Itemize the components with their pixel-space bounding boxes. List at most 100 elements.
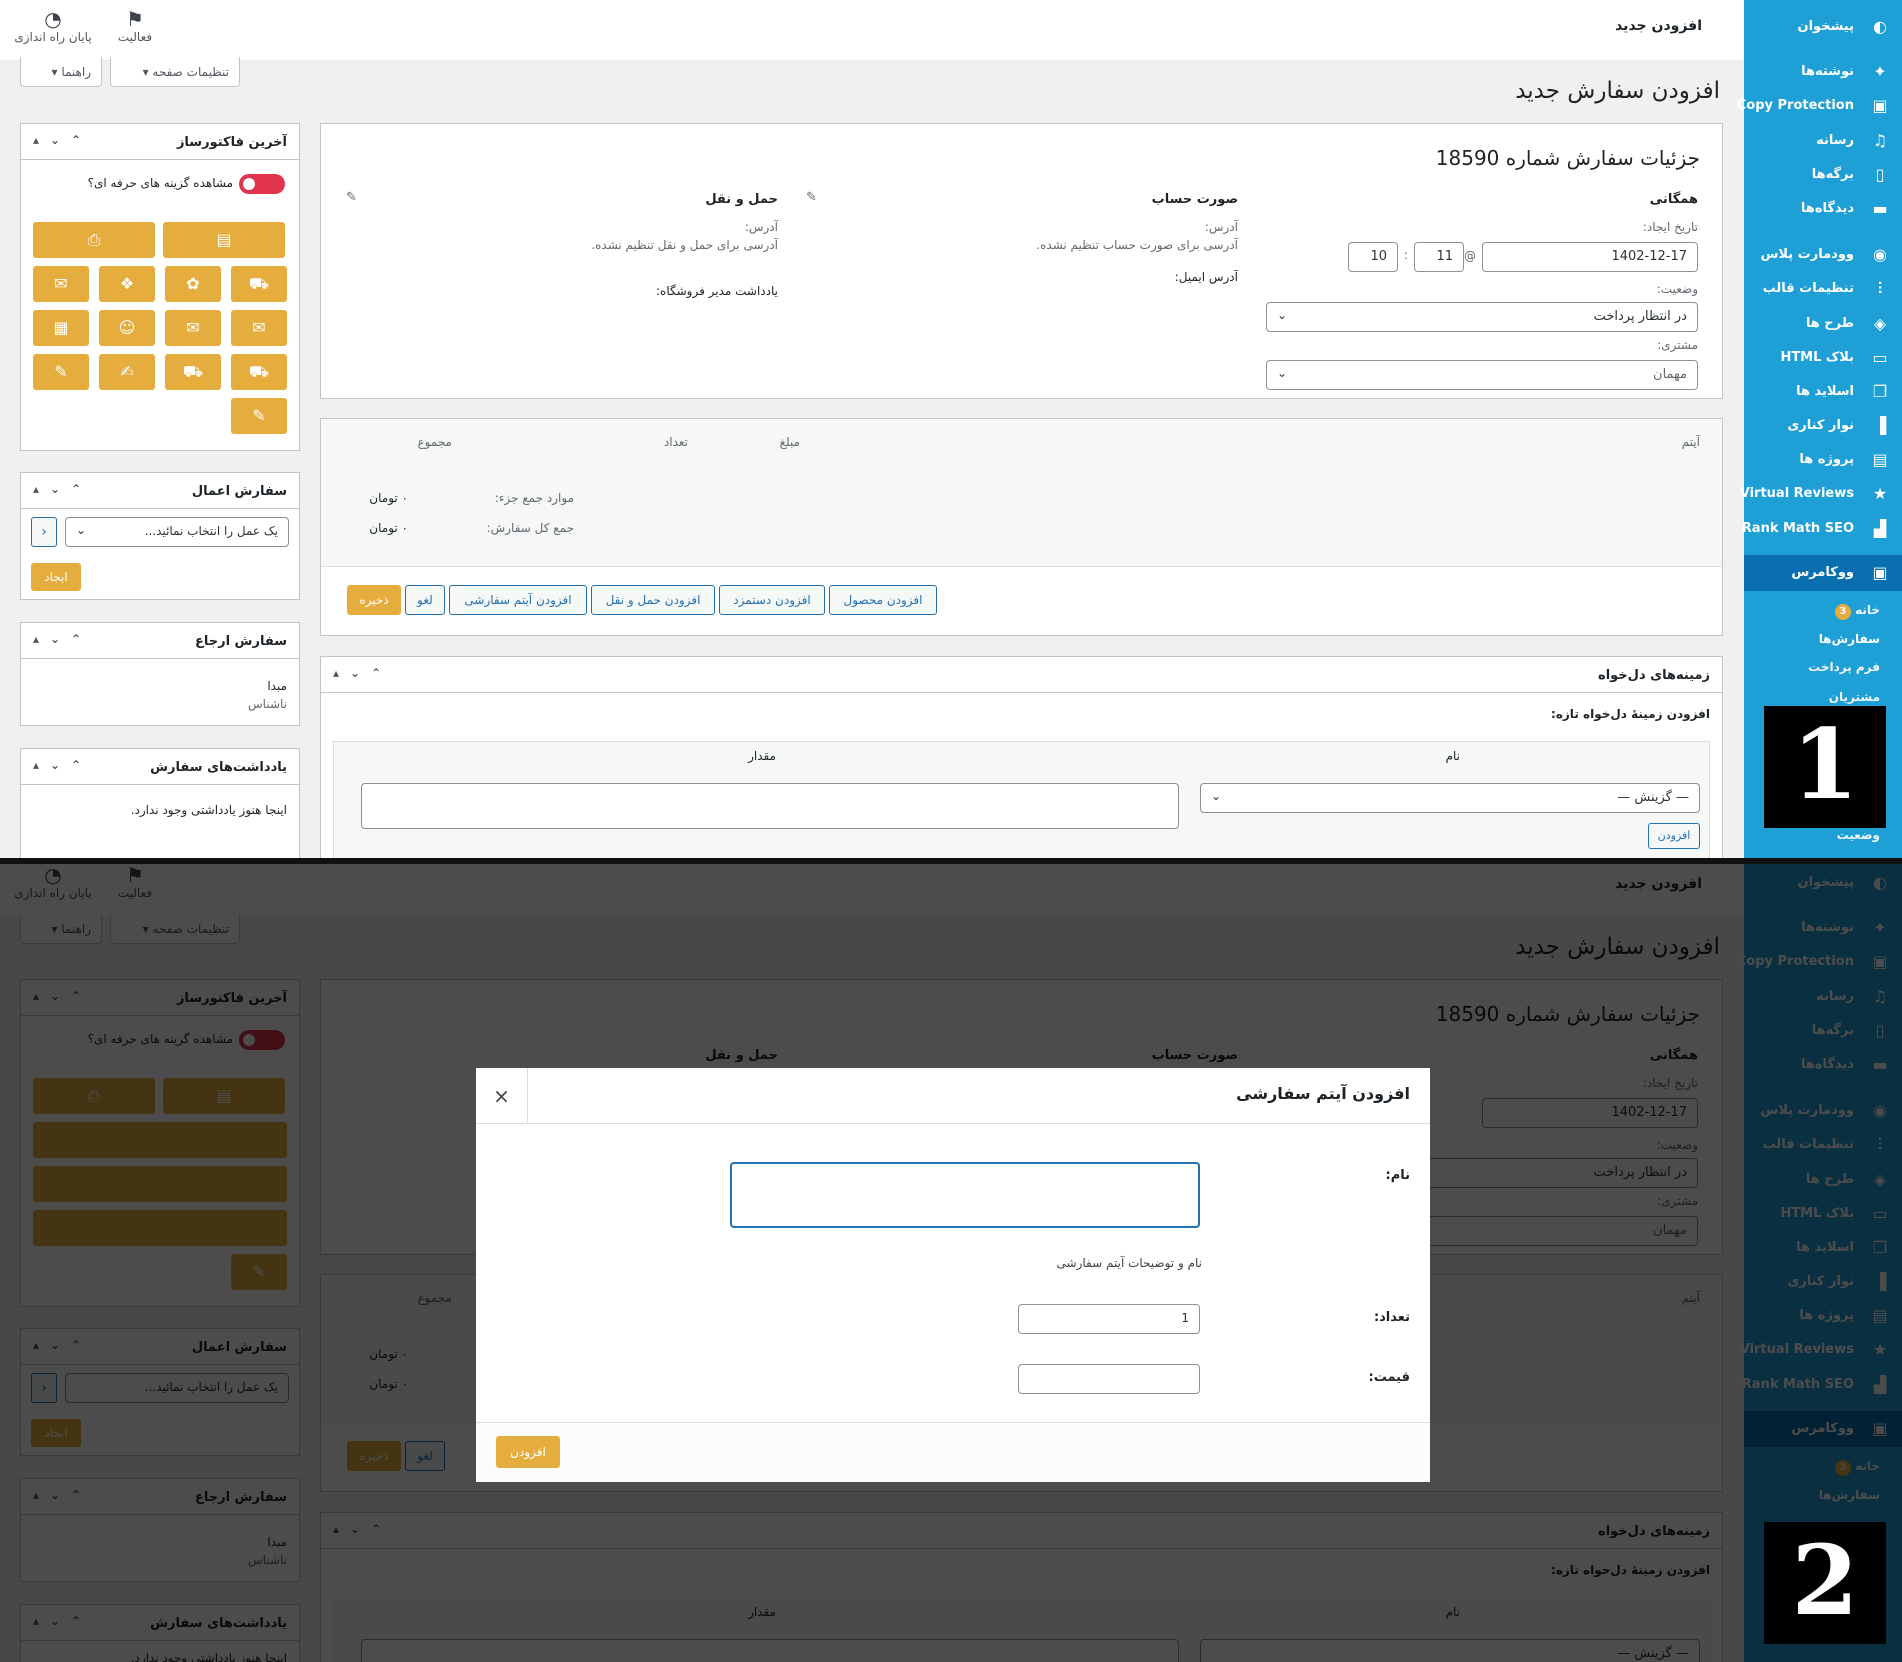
document-icon[interactable]: ▤ (163, 222, 285, 258)
signature-icon[interactable]: ✍ (99, 354, 155, 390)
edit-icon[interactable]: ✎ (231, 398, 287, 434)
sidebar-item-rank-math[interactable]: ▟ Rank Math SEO (1742, 515, 1902, 543)
edit-shipping-icon[interactable]: ✎ (346, 190, 357, 205)
custom-field-name-select[interactable]: — گزینش — ⌄ (1200, 783, 1700, 813)
name-help-text: نام و توضیحات آیتم سفارشی (1056, 1256, 1202, 1270)
sidebar-item-virtual-reviews[interactable]: ★ Virtual Reviews (1740, 480, 1902, 508)
edit-billing-icon[interactable]: ✎ (806, 190, 817, 205)
sidebar-item-comments[interactable]: ▬ دیدگاه‌ها (1744, 195, 1902, 223)
admin-topbar: ◔ پایان راه اندازی ⚑ فعالیت افزودن جدید (0, 0, 1744, 60)
box-controls-icon[interactable]: ▴⌄⌃ (33, 482, 92, 496)
shipping-note-label: یادداشت مدیر فروشگاه: (656, 284, 778, 298)
mail-settings-icon[interactable]: ✉ (231, 310, 287, 346)
add-custom-field-label: افزودن زمینهٔ دل‌خواه تازه: (1551, 707, 1710, 721)
submenu-checkout-form[interactable]: فرم پرداخت (1744, 660, 1902, 674)
submenu-status[interactable]: وضعیت (1744, 828, 1902, 842)
total-label: جمع کل سفارش: (486, 521, 574, 535)
chevron-down-icon: ⌄ (76, 523, 87, 537)
create-button[interactable]: ایجاد (31, 563, 81, 591)
col-name: نام (1445, 749, 1460, 763)
mail-add-icon[interactable]: ✉ (165, 310, 221, 346)
sidebar-item-label: برگه‌ها (1811, 167, 1854, 182)
order-action-select[interactable]: یک عمل را انتخاب نمائید... ⌄ (65, 517, 289, 547)
select-placeholder: — گزینش — (1617, 790, 1689, 805)
billing-address-label: آدرس: (1204, 220, 1238, 234)
setup-button[interactable]: ◔ پایان راه اندازی (12, 8, 94, 44)
apply-action-button[interactable]: ‹ (31, 517, 57, 547)
box-controls-icon[interactable]: ▴⌄⌃ (33, 632, 92, 646)
mail-download-icon[interactable]: ✉ (33, 266, 89, 302)
dashboard-icon: ◐ (1873, 17, 1887, 36)
chart-icon: ▟ (1873, 519, 1887, 538)
qty-input[interactable]: 1 (1018, 1304, 1200, 1334)
modal-add-button[interactable]: افزودن (496, 1436, 560, 1468)
page-settings-button[interactable]: تنظیمات صفحه ▾ (110, 57, 240, 87)
user-edit-icon[interactable]: ☺ (99, 310, 155, 346)
add-product-button[interactable]: افزودن محصول (829, 585, 937, 615)
box-controls-icon[interactable]: ▴⌄⌃ (33, 133, 92, 147)
save-button[interactable]: ذخیره (347, 585, 401, 615)
lock-icon: ▣ (1872, 96, 1888, 115)
activity-button[interactable]: ⚑ فعالیت (112, 8, 158, 44)
add-custom-field-button[interactable]: افزودن (1648, 823, 1700, 849)
pro-options-toggle[interactable] (239, 174, 285, 194)
box-controls-icon[interactable]: ▴⌄⌃ (33, 758, 92, 772)
box-controls-icon[interactable]: ▴⌄⌃ (333, 666, 392, 680)
submenu-home[interactable]: خانه 3 (1744, 603, 1902, 620)
add-fee-button[interactable]: افزودن دستمزد (719, 585, 825, 615)
sidebar-item-label: Virtual Reviews (1739, 486, 1854, 501)
sidebar-item-woodmart[interactable]: ◉ وودمارت پلاس (1744, 241, 1902, 269)
sidebar-item-label: اسلاید ها (1796, 384, 1854, 399)
pencil-icon[interactable]: ✎ (33, 354, 89, 390)
status-select[interactable]: در انتظار پرداخت ⌄ (1266, 302, 1698, 332)
delivery-doc-icon[interactable]: ⛟ (231, 266, 287, 302)
sidebar-item-pages[interactable]: ▯ برگه‌ها (1744, 161, 1902, 189)
sidebar-item-posts[interactable]: ✦ نوشته‌ها (1744, 58, 1902, 86)
minute-input[interactable]: 10 (1348, 242, 1398, 272)
at-sign: @ (1464, 249, 1476, 263)
layers-icon: ◈ (1873, 314, 1887, 333)
sidebar-item-theme-settings[interactable]: ⫶ تنظیمات قالب (1744, 275, 1902, 303)
gift-box-icon[interactable]: ❖ (99, 266, 155, 302)
sidebar-item-dashboard[interactable]: ◐ پیشخوان (1744, 13, 1902, 41)
price-input[interactable] (1018, 1364, 1200, 1394)
truck-icon[interactable]: ⛟ (165, 354, 221, 390)
cancel-button[interactable]: لغو (405, 585, 445, 615)
truck-search-icon[interactable]: ⛟ (231, 354, 287, 390)
help-button[interactable]: راهنما ▾ (20, 57, 102, 87)
page-heading: افزودن سفارش جدید (1515, 78, 1720, 104)
sidebar-item-media[interactable]: ♫ رسانه (1744, 127, 1902, 155)
add-shipping-button[interactable]: افزودن حمل و نقل (591, 585, 715, 615)
submenu-customers[interactable]: مشتریان (1744, 690, 1902, 704)
sidebar-item-slides[interactable]: ❐ اسلاید ها (1744, 378, 1902, 406)
submenu-label: مشتریان (1828, 690, 1880, 704)
submenu-orders[interactable]: سفارش‌ها (1744, 632, 1902, 646)
col-item: آیتم (1681, 435, 1700, 449)
order-source-heading: سفارش ارجاع (194, 634, 287, 649)
screenshot-panel-1: ◔ پایان راه اندازی ⚑ فعالیت افزودن جدید … (0, 0, 1902, 858)
order-items-box: آیتم مبلغ تعداد مجموع موارد جمع جزء: ۰ ت… (320, 418, 1723, 636)
invoice-dollar-icon[interactable]: ▦ (33, 310, 89, 346)
pdf-icon[interactable]: ⎙ (33, 222, 155, 258)
woodmart-icon: ◉ (1873, 245, 1887, 264)
sidebar-item-projects[interactable]: ▤ پروژه ها (1744, 446, 1902, 474)
gift-icon[interactable]: ✿ (165, 266, 221, 302)
close-icon[interactable]: × (476, 1068, 528, 1124)
sidebar-item-html-block[interactable]: ▭ بلاک HTML (1744, 344, 1902, 372)
add-custom-item-button[interactable]: افزودن آیتم سفارشی (449, 585, 587, 615)
sidebar-item-layouts[interactable]: ◈ طرح ها (1744, 310, 1902, 338)
customer-select[interactable]: مهمان ⌄ (1266, 360, 1698, 390)
sidebar-item-label: طرح ها (1805, 316, 1854, 331)
date-input[interactable]: 1402-12-17 (1482, 242, 1698, 272)
name-textarea[interactable] (730, 1162, 1200, 1228)
sidebar-item-woocommerce[interactable]: ▣ ووکامرس (1744, 559, 1902, 587)
billing-email-label: آدرس ایمیل: (1174, 270, 1238, 284)
customer-label: مشتری: (1657, 338, 1698, 352)
sidebar-item-copy-protection[interactable]: ▣ Copy Protection (1737, 92, 1902, 120)
sidebar-item-sidebars[interactable]: ▐ نوار کناری (1744, 412, 1902, 440)
custom-fields-heading: زمینه‌های دل‌خواه (1598, 668, 1710, 683)
hour-input[interactable]: 11 (1414, 242, 1464, 272)
status-value: در انتظار پرداخت (1593, 309, 1687, 324)
billing-address-value: آدرسی برای صورت حساب تنظیم نشده. (1036, 238, 1238, 252)
custom-field-value-textarea[interactable] (361, 783, 1179, 829)
